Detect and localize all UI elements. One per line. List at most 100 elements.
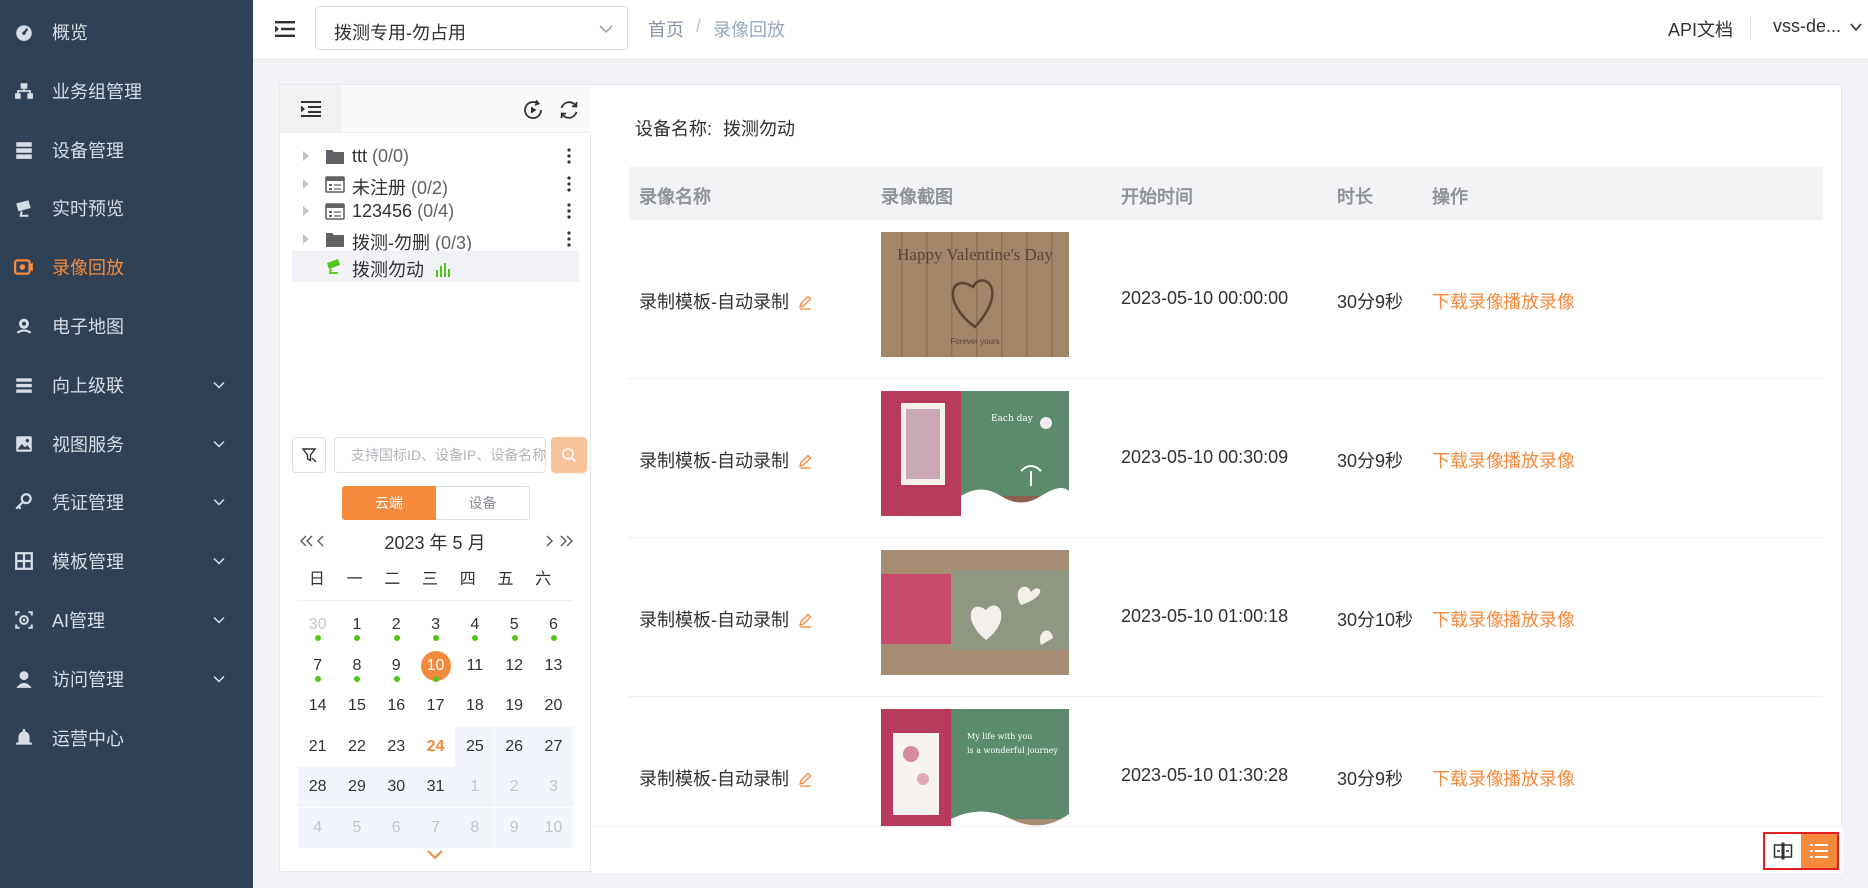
calendar-day[interactable]: 17 [416, 686, 455, 726]
sidebar-item-11[interactable]: 访问管理 [0, 649, 253, 709]
calendar-day[interactable]: 10 [533, 807, 574, 848]
more-vertical-icon[interactable] [566, 230, 572, 248]
calendar-day[interactable]: 6 [534, 605, 573, 645]
calendar-day[interactable]: 2 [377, 605, 416, 645]
user-menu[interactable]: vss-de... [1773, 16, 1841, 37]
calendar-day[interactable]: 8 [337, 646, 376, 686]
menu-fold-icon[interactable] [273, 16, 299, 42]
calendar-day[interactable]: 10 [416, 646, 455, 686]
calendar-day[interactable]: 11 [455, 646, 494, 686]
calendar-day[interactable]: 21 [298, 727, 337, 767]
calendar-day[interactable]: 31 [415, 767, 456, 807]
calendar-day[interactable]: 3 [416, 605, 455, 645]
edit-icon[interactable] [797, 612, 813, 628]
sidebar-item-5[interactable]: 电子地图 [0, 296, 253, 356]
calendar-day[interactable]: 4 [298, 807, 338, 848]
calendar-day[interactable]: 12 [495, 646, 534, 686]
sidebar-item-10[interactable]: AI管理 [0, 590, 253, 650]
expand-calendar-icon[interactable] [426, 849, 444, 861]
recording-thumbnail[interactable] [881, 550, 1069, 675]
recording-thumbnail[interactable]: Happy Valentine's Day Forever yours [881, 232, 1069, 357]
sidebar-item-9[interactable]: 模板管理 [0, 531, 253, 591]
caret-right-icon[interactable] [302, 151, 310, 161]
more-vertical-icon[interactable] [566, 175, 572, 193]
download-recording-link[interactable]: 下载录像 [1432, 447, 1504, 473]
tree-node[interactable]: 123456 (0/4) [292, 196, 579, 227]
calendar-day[interactable]: 7 [415, 807, 456, 848]
tab-device[interactable]: 设备 [436, 486, 530, 520]
edit-icon[interactable] [797, 771, 813, 787]
user-chevron-down-icon[interactable] [1850, 22, 1862, 32]
calendar-day[interactable]: 6 [376, 807, 416, 848]
calendar-day[interactable]: 3 [533, 767, 574, 807]
collapse-tree-button[interactable] [280, 85, 342, 133]
calendar-day[interactable]: 4 [455, 605, 494, 645]
project-select[interactable]: 拨测专用-勿占用 [315, 6, 628, 50]
device-search-input[interactable] [334, 437, 546, 473]
refresh-icon[interactable] [558, 99, 580, 121]
sidebar-item-2[interactable]: 设备管理 [0, 120, 253, 180]
calendar-day[interactable]: 1 [337, 605, 376, 645]
calendar-day[interactable]: 25 [455, 726, 495, 767]
calendar-day[interactable]: 9 [494, 807, 534, 848]
calendar-day[interactable]: 2 [494, 767, 534, 807]
sidebar-item-0[interactable]: 概览 [0, 2, 253, 62]
calendar-day[interactable]: 29 [337, 767, 377, 807]
play-recording-link[interactable]: 播放录像 [1503, 765, 1575, 791]
calendar-day[interactable]: 30 [298, 605, 337, 645]
prev-month-icon[interactable] [314, 529, 328, 553]
recording-thumbnail[interactable]: My life with you is a wonderful journey [881, 709, 1069, 834]
edit-icon[interactable] [797, 294, 813, 310]
calendar-day[interactable]: 18 [455, 686, 494, 726]
api-doc-link[interactable]: API文档 [1668, 16, 1733, 42]
download-recording-link[interactable]: 下载录像 [1432, 288, 1504, 314]
edit-icon[interactable] [797, 453, 813, 469]
sidebar-item-6[interactable]: 向上级联 [0, 355, 253, 415]
tab-cloud[interactable]: 云端 [342, 486, 436, 520]
more-vertical-icon[interactable] [566, 202, 572, 220]
calendar-day[interactable]: 7 [298, 646, 337, 686]
calendar-day[interactable]: 13 [534, 646, 573, 686]
tree-node[interactable]: 未注册 (0/2) [292, 169, 579, 200]
calendar-day[interactable]: 1 [455, 767, 495, 807]
recording-thumbnail[interactable]: Each day [881, 391, 1069, 516]
calendar-day[interactable]: 15 [337, 686, 376, 726]
timeline-view-button[interactable] [1765, 834, 1801, 868]
next-year-icon[interactable] [555, 529, 577, 553]
sidebar-item-3[interactable]: 实时预览 [0, 178, 253, 238]
tree-node[interactable]: 拨测勿动 [292, 251, 579, 282]
calendar-day[interactable]: 28 [298, 767, 338, 807]
filter-button[interactable] [292, 437, 326, 473]
play-recording-link[interactable]: 播放录像 [1503, 447, 1575, 473]
search-button[interactable] [551, 437, 587, 473]
next-month-icon[interactable] [542, 529, 556, 553]
more-vertical-icon[interactable] [566, 147, 572, 165]
play-recording-link[interactable]: 播放录像 [1503, 606, 1575, 632]
calendar-day[interactable]: 19 [495, 686, 534, 726]
sidebar-item-1[interactable]: 业务组管理 [0, 61, 253, 121]
calendar-day[interactable]: 22 [337, 727, 376, 767]
sidebar-item-4[interactable]: 录像回放 [0, 237, 253, 297]
caret-right-icon[interactable] [302, 206, 310, 216]
breadcrumb-home[interactable]: 首页 [648, 16, 684, 42]
download-recording-link[interactable]: 下载录像 [1432, 606, 1504, 632]
calendar-day[interactable]: 24 [416, 727, 455, 767]
tree-node[interactable]: 拨测-勿删 (0/3) [292, 224, 579, 255]
calendar-day[interactable]: 27 [533, 726, 574, 767]
calendar-day[interactable]: 16 [377, 686, 416, 726]
calendar-day[interactable]: 5 [337, 807, 377, 848]
auto-refresh-icon[interactable] [522, 99, 544, 121]
sidebar-item-7[interactable]: 视图服务 [0, 414, 253, 474]
download-recording-link[interactable]: 下载录像 [1432, 765, 1504, 791]
calendar-day[interactable]: 9 [377, 646, 416, 686]
sidebar-item-8[interactable]: 凭证管理 [0, 472, 253, 532]
calendar-day[interactable]: 8 [455, 807, 495, 848]
calendar-day[interactable]: 23 [377, 727, 416, 767]
calendar-day[interactable]: 20 [534, 686, 573, 726]
caret-right-icon[interactable] [302, 178, 310, 189]
tree-node[interactable]: ttt (0/0) [292, 141, 579, 172]
sidebar-item-12[interactable]: 运营中心 [0, 708, 253, 768]
caret-right-icon[interactable] [302, 233, 310, 244]
calendar-day[interactable]: 14 [298, 686, 337, 726]
calendar-day[interactable]: 26 [494, 726, 534, 767]
